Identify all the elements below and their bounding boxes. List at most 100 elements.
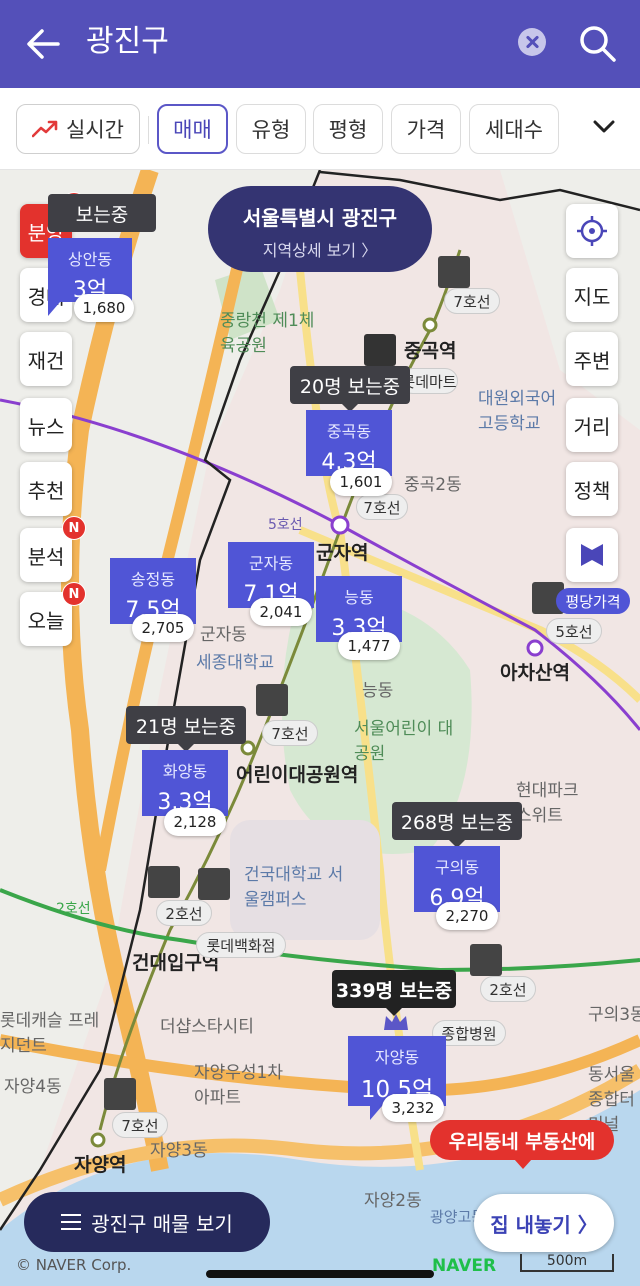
new-badge-3: N bbox=[62, 582, 86, 606]
realtime-chip[interactable]: 실시간 bbox=[16, 104, 140, 154]
list-icon bbox=[61, 1214, 82, 1230]
subway-icon[interactable] bbox=[438, 256, 470, 288]
district-banner[interactable]: 서울특별시 광진구 지역상세 보기 〉 bbox=[208, 186, 432, 272]
school-label: 대원외국어 고등학교 bbox=[478, 389, 557, 434]
district-title: 서울특별시 광진구 bbox=[242, 206, 398, 230]
filter-type-chip[interactable]: 유형 bbox=[236, 104, 306, 154]
side-btn-nearby[interactable]: 주변 bbox=[566, 332, 618, 386]
side-btn-rebuild[interactable]: 재건 bbox=[20, 332, 72, 386]
shopping-bag-icon[interactable] bbox=[364, 334, 396, 366]
viewers-badge: 21명 보는중 bbox=[126, 706, 246, 752]
viewers-text: 339명 보는중 bbox=[335, 979, 453, 1002]
listing-count: 1,680 bbox=[74, 294, 134, 322]
viewers-text: 268명 보는중 bbox=[400, 811, 514, 834]
chevron-down-icon[interactable] bbox=[588, 110, 620, 142]
map-flag-icon bbox=[581, 544, 603, 566]
star-city-label: 더샵스타시티 bbox=[160, 1017, 254, 1037]
filter-size-chip[interactable]: 평형 bbox=[313, 104, 383, 154]
neung-dong-label: 능동 bbox=[362, 681, 394, 701]
gunja-station-label[interactable]: 군자역 bbox=[316, 538, 368, 565]
lotte-castle-label: 롯데캐슬 프레지던트 bbox=[0, 1011, 100, 1056]
line5-label: 5호선 bbox=[268, 517, 303, 533]
listing-count: 2,128 bbox=[164, 808, 226, 836]
lotte-dept-pill: 롯데백화점 bbox=[196, 932, 286, 958]
side-btn-news[interactable]: 뉴스 bbox=[20, 398, 72, 452]
price-marker[interactable]: 화양동 3.3억 bbox=[142, 750, 228, 816]
achasan-station-label[interactable]: 아차산역 bbox=[500, 658, 570, 685]
trend-icon bbox=[32, 120, 58, 138]
hospital-icon[interactable] bbox=[198, 868, 230, 900]
new-badge-2: N bbox=[62, 516, 86, 540]
junggok2-label: 중곡2동 bbox=[404, 475, 462, 495]
filter-sale-chip[interactable]: 매매 bbox=[157, 104, 228, 154]
jayang4-label: 자양4동 bbox=[4, 1077, 62, 1097]
price-layer-button[interactable] bbox=[566, 528, 618, 582]
dong-name: 군자동 bbox=[248, 554, 294, 573]
dong-name: 송정동 bbox=[130, 570, 176, 589]
listing-count: 2,705 bbox=[132, 614, 194, 642]
line2-pill-2: 2호선 bbox=[480, 976, 536, 1002]
naver-logo: NAVER bbox=[432, 1256, 497, 1276]
side-btn-recommend[interactable]: 추천 bbox=[20, 462, 72, 516]
subway-icon-5[interactable] bbox=[470, 944, 502, 976]
childpark-label: 서울어린이 대공원 bbox=[354, 719, 454, 764]
price-marker[interactable]: 상안동 3억 bbox=[48, 238, 132, 316]
dong-name: 화양동 bbox=[162, 762, 208, 781]
line7-pill: 7호선 bbox=[444, 288, 500, 314]
search-query-text[interactable]: 광진구 bbox=[86, 22, 169, 62]
side-btn-distance[interactable]: 거리 bbox=[566, 398, 618, 452]
dong-name: 중곡동 bbox=[326, 422, 372, 441]
gunja-dong-label: 군자동 bbox=[200, 625, 247, 645]
list-listings-button[interactable]: 광진구 매물 보기 bbox=[24, 1192, 270, 1252]
copyright-text: © NAVER Corp. bbox=[16, 1256, 132, 1274]
viewers-badge: 보는중 bbox=[48, 194, 156, 232]
list-my-home-button[interactable]: 집 내놓기 〉 bbox=[474, 1194, 614, 1252]
hyundai-label: 현대파크 스위트 bbox=[516, 781, 579, 826]
search-icon[interactable] bbox=[576, 22, 618, 64]
map-view[interactable]: 중곡역 군자역 아차산역 어린이대공원역 건대입구역 자양역 중랑천 제1체육공… bbox=[0, 170, 640, 1286]
dong-name: 구의동 bbox=[434, 858, 480, 877]
apt-label: 자양우성1차 아파트 bbox=[194, 1063, 284, 1108]
dong-name: 자양동 bbox=[374, 1048, 420, 1067]
district-detail-link[interactable]: 지역상세 보기 〉 bbox=[208, 237, 432, 261]
line7-pill-4: 7호선 bbox=[112, 1112, 168, 1138]
filter-divider bbox=[148, 116, 149, 144]
realtime-label: 실시간 bbox=[66, 118, 124, 142]
konkuk-univ-label: 건국대학교 서울캠퍼스 bbox=[244, 865, 344, 910]
listing-count: 3,232 bbox=[382, 1094, 444, 1122]
crosshair-icon bbox=[577, 216, 607, 246]
viewers-text: 21명 보는중 bbox=[135, 715, 237, 738]
viewers-badge: 339명 보는중 bbox=[332, 970, 456, 1016]
jayang-station-label[interactable]: 자양역 bbox=[74, 1150, 126, 1177]
realtor-bubble-text: 우리동네 부동산에 bbox=[448, 1130, 596, 1153]
marker-tail bbox=[370, 1106, 382, 1120]
subway-icon-6[interactable] bbox=[104, 1078, 136, 1110]
junggok-station-label[interactable]: 중곡역 bbox=[404, 336, 456, 363]
viewers-badge: 20명 보는중 bbox=[290, 366, 410, 412]
filter-price-chip[interactable]: 가격 bbox=[391, 104, 461, 154]
line7-pill-3: 7호선 bbox=[262, 720, 318, 746]
back-arrow-icon[interactable] bbox=[22, 22, 66, 66]
crown-icon bbox=[384, 1014, 408, 1030]
map-scale: 500m bbox=[520, 1254, 614, 1272]
childpark-station-label[interactable]: 어린이대공원역 bbox=[236, 760, 358, 787]
list-button-label: 광진구 매물 보기 bbox=[91, 1211, 233, 1236]
line5-pill: 5호선 bbox=[546, 618, 602, 644]
sejong-univ-label: 세종대학교 bbox=[196, 653, 275, 673]
filter-households-chip[interactable]: 세대수 bbox=[469, 104, 559, 154]
locate-button[interactable] bbox=[566, 204, 618, 258]
subway-icon-3[interactable] bbox=[256, 684, 288, 716]
top-header: 광진구 bbox=[0, 0, 640, 88]
side-btn-map[interactable]: 지도 bbox=[566, 268, 618, 322]
subway-icon-4[interactable] bbox=[148, 866, 180, 898]
listing-count: 1,601 bbox=[330, 468, 392, 496]
side-btn-policy[interactable]: 정책 bbox=[566, 462, 618, 516]
home-indicator[interactable] bbox=[206, 1270, 434, 1278]
price-per-pyeong-tag[interactable]: 평당가격 bbox=[556, 588, 630, 614]
price-marker[interactable]: 중곡동 4.3억 bbox=[306, 410, 392, 490]
park-label: 중랑천 제1체육공원 bbox=[220, 311, 315, 356]
jayang2-label: 자양2동 bbox=[364, 1191, 422, 1211]
realtor-bubble: 우리동네 부동산에 bbox=[430, 1120, 614, 1169]
marker-tail bbox=[48, 302, 60, 316]
clear-search-icon[interactable] bbox=[518, 28, 546, 56]
